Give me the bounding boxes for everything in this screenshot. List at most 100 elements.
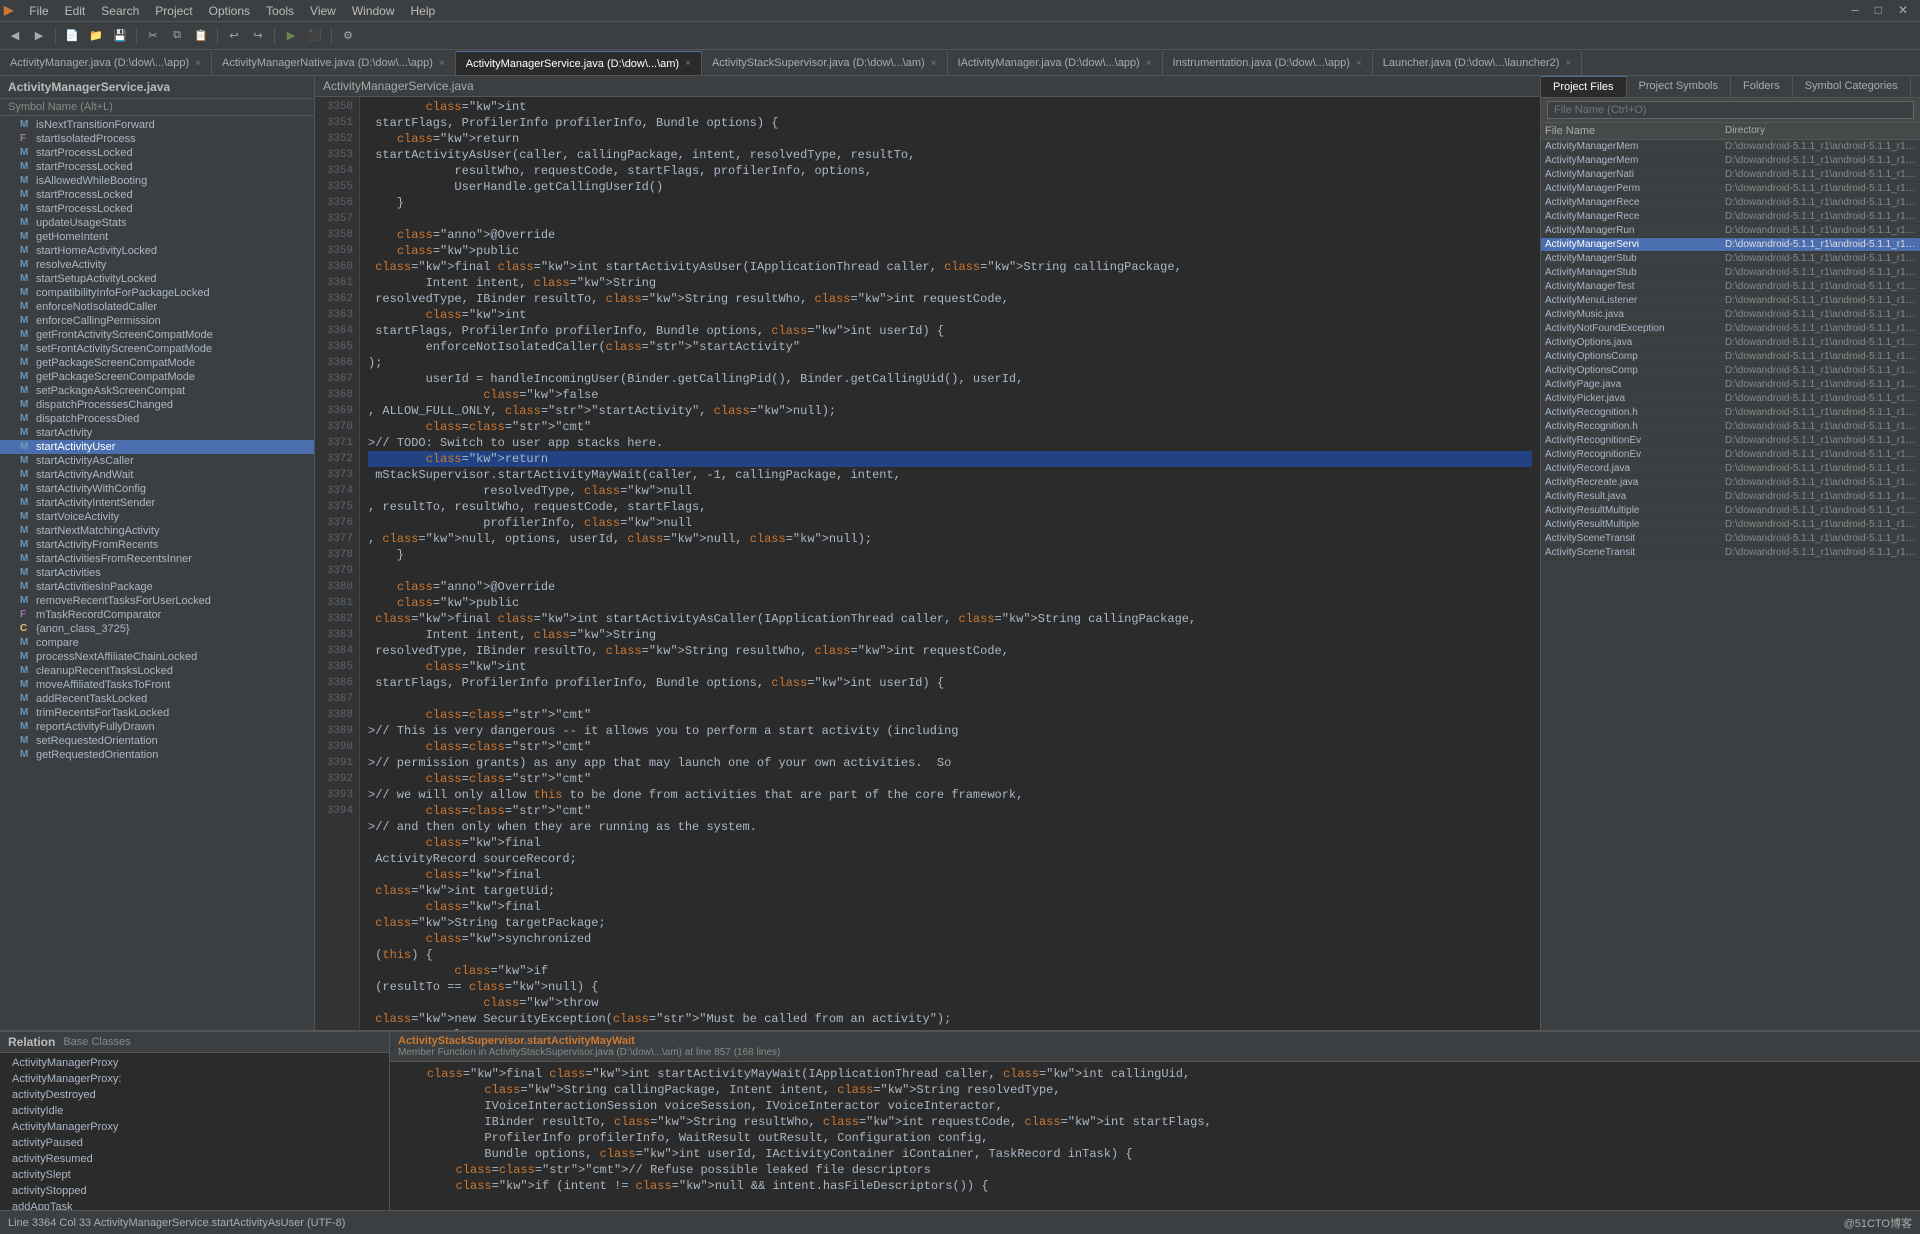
bottom-left-item[interactable]: activityIdle (0, 1103, 389, 1119)
file-table-row[interactable]: ActivitySceneTransitD:\dowandroid-5.1.1_… (1541, 546, 1920, 560)
tab-activity-manager-service[interactable]: ActivityManagerService.java (D:\dow\...\… (456, 51, 702, 75)
file-table-row[interactable]: ActivityRecord.javaD:\dowandroid-5.1.1_r… (1541, 462, 1920, 476)
symbol-item[interactable]: MstartProcessLocked (0, 146, 314, 160)
file-table-row[interactable]: ActivityRecognition.hD:\dowandroid-5.1.1… (1541, 420, 1920, 434)
symbol-item[interactable]: MstartNextMatchingActivity (0, 524, 314, 538)
bottom-left-item[interactable]: activitySlept (0, 1167, 389, 1183)
symbol-item[interactable]: MupdateUsageStats (0, 216, 314, 230)
bottom-code[interactable]: class="kw">final class="kw">int startAct… (390, 1062, 1920, 1210)
symbol-item[interactable]: MstartActivityFromRecents (0, 538, 314, 552)
symbol-item[interactable]: MstartActivityWithConfig (0, 482, 314, 496)
copy-button[interactable]: ⧉ (166, 25, 188, 47)
file-table-row[interactable]: ActivityNotFoundExceptionD:\dowandroid-5… (1541, 322, 1920, 336)
file-table-row[interactable]: ActivityRecognition.hD:\dowandroid-5.1.1… (1541, 406, 1920, 420)
settings-button[interactable]: ⚙ (337, 25, 359, 47)
tab-close-2[interactable]: × (685, 58, 691, 69)
debug-button[interactable]: ⬛ (304, 25, 326, 47)
menu-options[interactable]: Options (201, 2, 258, 20)
file-table-row[interactable]: ActivityMenuListenerD:\dowandroid-5.1.1_… (1541, 294, 1920, 308)
file-table-row[interactable]: ActivityManagerMemD:\dowandroid-5.1.1_r1… (1541, 140, 1920, 154)
symbol-item[interactable]: MsetPackageAskScreenCompat (0, 384, 314, 398)
symbol-item[interactable]: MaddRecentTaskLocked (0, 692, 314, 706)
file-table-row[interactable]: ActivityRecreate.javaD:\dowandroid-5.1.1… (1541, 476, 1920, 490)
file-table-row[interactable]: ActivityResultMultipleD:\dowandroid-5.1.… (1541, 518, 1920, 532)
menu-help[interactable]: Help (403, 2, 444, 20)
symbol-item[interactable]: McompatibilityInfoForPackageLocked (0, 286, 314, 300)
symbol-item[interactable]: MgetPackageScreenCompatMode (0, 370, 314, 384)
bottom-left-item[interactable]: ActivityManagerProxy (0, 1055, 389, 1071)
menu-window[interactable]: Window (344, 2, 403, 20)
symbol-item[interactable]: MdispatchProcessDied (0, 412, 314, 426)
symbol-item[interactable]: MenforceCallingPermission (0, 314, 314, 328)
file-table-row[interactable]: ActivityManagerMemD:\dowandroid-5.1.1_r1… (1541, 154, 1920, 168)
symbol-item[interactable]: MremoveRecentTasksForUserLocked (0, 594, 314, 608)
symbol-item[interactable]: MstartActivitiesFromRecentsInner (0, 552, 314, 566)
file-table-row[interactable]: ActivityResult.javaD:\dowandroid-5.1.1_r… (1541, 490, 1920, 504)
symbol-item[interactable]: MsetRequestedOrientation (0, 734, 314, 748)
file-table-row[interactable]: ActivityPicker.javaD:\dowandroid-5.1.1_r… (1541, 392, 1920, 406)
symbol-item[interactable]: MstartVoiceActivity (0, 510, 314, 524)
file-table-row[interactable]: ActivityManagerRunD:\dowandroid-5.1.1_r1… (1541, 224, 1920, 238)
bottom-left-item[interactable]: addAppTask (0, 1199, 389, 1210)
file-table-row[interactable]: ActivityRecognitionEvD:\dowandroid-5.1.1… (1541, 448, 1920, 462)
symbol-item[interactable]: MstartActivitiesInPackage (0, 580, 314, 594)
bottom-left-item[interactable]: activityDestroyed (0, 1087, 389, 1103)
symbol-item[interactable]: MenforceNotIsolatedCaller (0, 300, 314, 314)
menu-tools[interactable]: Tools (258, 2, 302, 20)
symbol-item[interactable]: MgetFrontActivityScreenCompatMode (0, 328, 314, 342)
tab-close-0[interactable]: × (195, 58, 201, 69)
symbol-item[interactable]: FmTaskRecordComparator (0, 608, 314, 622)
bottom-left-item[interactable]: activityResumed (0, 1151, 389, 1167)
tab-close-1[interactable]: × (439, 58, 445, 69)
bottom-left-item[interactable]: activityStopped (0, 1183, 389, 1199)
new-button[interactable]: 📄 (61, 25, 83, 47)
tab-close-5[interactable]: × (1356, 58, 1362, 69)
tab-close-6[interactable]: × (1565, 58, 1571, 69)
symbol-item[interactable]: MisAllowedWhileBooting (0, 174, 314, 188)
tab-activity-manager-native[interactable]: ActivityManagerNative.java (D:\dow\...\a… (212, 51, 456, 75)
symbol-item[interactable]: MstartSetupActivityLocked (0, 272, 314, 286)
tab-close-3[interactable]: × (931, 58, 937, 69)
symbol-item[interactable]: MstartActivityAndWait (0, 468, 314, 482)
file-table-row[interactable]: ActivityManagerNatiD:\dowandroid-5.1.1_r… (1541, 168, 1920, 182)
symbol-item[interactable]: MmoveAffiliatedTasksToFront (0, 678, 314, 692)
bottom-left-item[interactable]: ActivityManagerProxy: (0, 1071, 389, 1087)
file-table-row[interactable]: ActivityMusic.javaD:\dowandroid-5.1.1_r1… (1541, 308, 1920, 322)
code-editor[interactable]: 3350335133523353335433553356335733583359… (315, 97, 1540, 1030)
symbol-item[interactable]: MreportActivityFullyDrawn (0, 720, 314, 734)
rpanel-tab-project-files[interactable]: Project Files (1541, 76, 1627, 97)
tab-close-4[interactable]: × (1146, 58, 1152, 69)
forward-button[interactable]: ▶ (28, 25, 50, 47)
symbol-list[interactable]: MisNextTransitionForwardFstartIsolatedPr… (0, 116, 314, 1030)
file-table-row[interactable]: ActivityPage.javaD:\dowandroid-5.1.1_r1\… (1541, 378, 1920, 392)
file-table-row[interactable]: ActivityManagerReceD:\dowandroid-5.1.1_r… (1541, 210, 1920, 224)
symbol-item[interactable]: MprocessNextAffiliateChainLocked (0, 650, 314, 664)
symbol-item[interactable]: MgetRequestedOrientation (0, 748, 314, 762)
symbol-item[interactable]: MstartProcessLocked (0, 160, 314, 174)
save-button[interactable]: 💾 (109, 25, 131, 47)
file-table-row[interactable]: ActivityManagerTestD:\dowandroid-5.1.1_r… (1541, 280, 1920, 294)
file-table-row[interactable]: ActivityManagerStubD:\dowandroid-5.1.1_r… (1541, 252, 1920, 266)
file-search-input[interactable] (1547, 101, 1914, 119)
rpanel-tab-folders[interactable]: Folders (1731, 76, 1793, 97)
window-maximize[interactable]: □ (1867, 2, 1890, 20)
symbol-item[interactable]: MstartActivityAsCaller (0, 454, 314, 468)
file-table-row[interactable]: ActivityOptionsCompD:\dowandroid-5.1.1_r… (1541, 364, 1920, 378)
symbol-item[interactable]: MstartHomeActivityLocked (0, 244, 314, 258)
redo-button[interactable]: ↪ (247, 25, 269, 47)
menu-view[interactable]: View (302, 2, 344, 20)
file-table-row[interactable]: ActivitySceneTransitD:\dowandroid-5.1.1_… (1541, 532, 1920, 546)
file-table-row[interactable]: ActivityManagerPermD:\dowandroid-5.1.1_r… (1541, 182, 1920, 196)
symbol-item[interactable]: MstartActivityUser (0, 440, 314, 454)
tab-iactivity-manager[interactable]: IActivityManager.java (D:\dow\...\app) × (948, 51, 1163, 75)
symbol-item[interactable]: McleanupRecentTasksLocked (0, 664, 314, 678)
symbol-item[interactable]: MstartActivityIntentSender (0, 496, 314, 510)
symbol-item[interactable]: MresolveActivity (0, 258, 314, 272)
menu-search[interactable]: Search (93, 2, 147, 20)
file-table-row[interactable]: ActivityResultMultipleD:\dowandroid-5.1.… (1541, 504, 1920, 518)
symbol-item[interactable]: MstartActivities (0, 566, 314, 580)
file-table-row[interactable]: ActivityOptions.javaD:\dowandroid-5.1.1_… (1541, 336, 1920, 350)
symbol-item[interactable]: MgetHomeIntent (0, 230, 314, 244)
undo-button[interactable]: ↩ (223, 25, 245, 47)
symbol-item[interactable]: MgetPackageScreenCompatMode (0, 356, 314, 370)
